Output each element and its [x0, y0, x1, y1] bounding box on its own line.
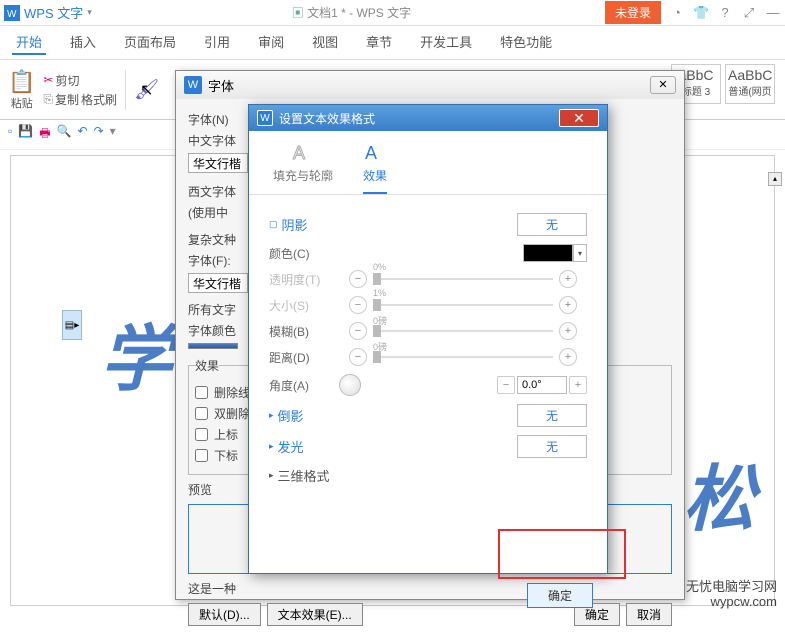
- tab-effect[interactable]: A 效果: [363, 143, 387, 194]
- side-panel-tab[interactable]: ▤▸: [62, 310, 82, 340]
- angle-input[interactable]: [517, 376, 567, 394]
- paste-label: 粘贴: [11, 95, 33, 111]
- qat-undo[interactable]: ↶: [78, 124, 88, 145]
- west-font-label: 西文字体: [188, 183, 236, 200]
- distance-label: 距离(D): [269, 349, 339, 366]
- tab-view[interactable]: 视图: [308, 30, 342, 55]
- angle-knob[interactable]: [339, 374, 361, 396]
- cut-button[interactable]: ✂剪切: [43, 72, 117, 89]
- scroll-up[interactable]: ▴: [768, 172, 782, 186]
- angle-minus[interactable]: −: [497, 376, 515, 394]
- dblstrike-label: 双删除: [214, 405, 250, 422]
- qat-print[interactable]: 🖶: [39, 124, 50, 145]
- font-color-label: 字体颜色: [188, 322, 236, 339]
- complex-font-input[interactable]: [188, 273, 248, 293]
- skin-icon[interactable]: ◔: [669, 5, 685, 20]
- dblstrike-check[interactable]: [195, 407, 208, 420]
- strike-label: 删除线: [214, 384, 250, 401]
- tab-chapter[interactable]: 章节: [362, 30, 396, 55]
- restore-icon[interactable]: ⤢: [741, 5, 757, 21]
- effects-legend: 效果: [195, 357, 219, 374]
- complex-label: 复杂文种: [188, 231, 236, 248]
- cn-font-label: 中文字体: [188, 132, 236, 149]
- cursor-icon: ↖: [140, 80, 153, 100]
- strike-check[interactable]: [195, 386, 208, 399]
- font-n-label: 字体(N): [188, 111, 229, 128]
- color-swatch[interactable]: [523, 244, 573, 262]
- dist-plus[interactable]: +: [559, 348, 577, 366]
- sample-text-2: 松: [683, 440, 755, 545]
- sub-label: 下标: [214, 447, 238, 464]
- blur-plus[interactable]: +: [559, 322, 577, 340]
- use-cn-label: (使用中: [188, 204, 228, 221]
- tab-insert[interactable]: 插入: [66, 30, 100, 55]
- dialog-icon: W: [184, 76, 202, 94]
- size-val: 1%: [373, 288, 386, 298]
- svg-text:A: A: [293, 143, 305, 163]
- tab-fill-outline[interactable]: A 填充与轮廓: [273, 143, 333, 194]
- qat-preview[interactable]: 🔍: [57, 124, 72, 145]
- shirt-icon[interactable]: 👕: [693, 5, 709, 21]
- tab-dev[interactable]: 开发工具: [416, 30, 476, 55]
- dist-minus[interactable]: −: [349, 348, 367, 366]
- font-dialog-title: 字体: [208, 76, 234, 95]
- glow-preset[interactable]: 无: [517, 435, 587, 458]
- blur-label: 模糊(B): [269, 323, 339, 340]
- sub-check[interactable]: [195, 449, 208, 462]
- cn-font-input[interactable]: [188, 153, 248, 173]
- text-effect-dialog: W 设置文本效果格式 ✕ A 填充与轮廓 A 效果 ▢阴影 无 颜色(C) ▾ …: [248, 104, 608, 574]
- tab-review[interactable]: 审阅: [254, 30, 288, 55]
- copy-button[interactable]: ⎘复制 格式刷: [43, 91, 117, 108]
- watermark: 无忧电脑学习网wypcw.com: [686, 579, 777, 610]
- style-normal[interactable]: AaBbC普通(网页: [725, 64, 775, 104]
- trans-plus[interactable]: +: [559, 270, 577, 288]
- effect-dialog-icon: W: [257, 110, 273, 126]
- super-label: 上标: [214, 426, 238, 443]
- reflection-section[interactable]: ▸倒影 无: [269, 404, 587, 427]
- threed-section[interactable]: ▸三维格式: [269, 466, 587, 485]
- angle-plus[interactable]: +: [569, 376, 587, 394]
- size-label: 大小(S): [269, 297, 339, 314]
- transparency-label: 透明度(T): [269, 271, 339, 288]
- blur-minus[interactable]: −: [349, 322, 367, 340]
- tab-layout[interactable]: 页面布局: [120, 30, 180, 55]
- paste-icon[interactable]: 📋: [8, 69, 35, 95]
- trans-minus[interactable]: −: [349, 270, 367, 288]
- tab-ref[interactable]: 引用: [200, 30, 234, 55]
- shadow-preset[interactable]: 无: [517, 213, 587, 236]
- sample-text: 学: [100, 300, 172, 405]
- svg-text:W: W: [7, 9, 17, 20]
- trans-val: 0%: [373, 262, 386, 272]
- app-logo: W WPS 文字 ▾: [4, 3, 92, 22]
- qat-save[interactable]: 💾: [18, 124, 33, 145]
- font-f-label: 字体(F):: [188, 252, 231, 269]
- login-button[interactable]: 未登录: [605, 1, 661, 24]
- angle-label: 角度(A): [269, 377, 339, 394]
- tab-start[interactable]: 开始: [12, 30, 46, 55]
- font-dialog-close[interactable]: ✕: [650, 76, 676, 94]
- all-text-label: 所有文字: [188, 301, 236, 318]
- document-title: ▣ 文档1 * - WPS 文字: [292, 4, 411, 21]
- qat-redo[interactable]: ↷: [94, 124, 104, 145]
- effect-dialog-title: 设置文本效果格式: [279, 110, 375, 127]
- tab-feature[interactable]: 特色功能: [496, 30, 556, 55]
- size-minus[interactable]: −: [349, 296, 367, 314]
- help-icon[interactable]: ?: [717, 5, 733, 20]
- reflection-preset[interactable]: 无: [517, 404, 587, 427]
- effect-dialog-close[interactable]: ✕: [559, 109, 599, 127]
- font-cancel-button[interactable]: 取消: [626, 603, 672, 626]
- size-plus[interactable]: +: [559, 296, 577, 314]
- glow-section[interactable]: ▸发光 无: [269, 435, 587, 458]
- effect-ok-button[interactable]: 确定: [527, 583, 593, 608]
- super-check[interactable]: [195, 428, 208, 441]
- preview-label: 预览: [188, 483, 212, 497]
- color-label: 颜色(C): [269, 245, 339, 262]
- minimize-icon[interactable]: —: [765, 5, 781, 20]
- shadow-section[interactable]: ▢阴影 无: [269, 213, 587, 236]
- color-dropdown[interactable]: ▾: [573, 244, 587, 262]
- svg-text:A: A: [365, 143, 377, 163]
- qat-new[interactable]: ▫: [8, 124, 12, 145]
- ribbon-tabs: 开始 插入 页面布局 引用 审阅 视图 章节 开发工具 特色功能: [0, 26, 785, 60]
